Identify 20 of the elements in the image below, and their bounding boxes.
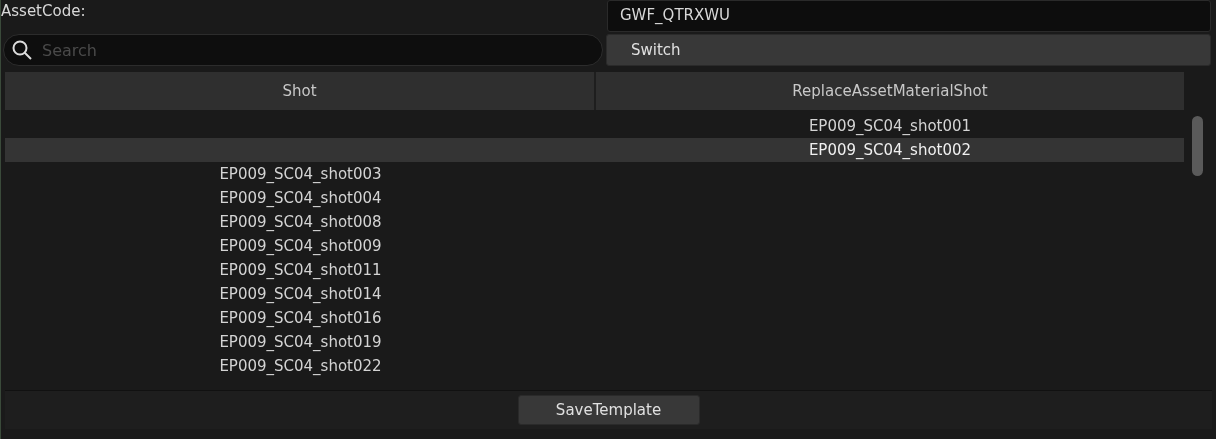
asset-code-label: AssetCode: [1,1,87,22]
scrollbar-thumb[interactable] [1192,116,1203,176]
column-header[interactable]: ReplaceAssetMaterialShot [596,72,1184,110]
save-template-button[interactable]: SaveTemplate [517,395,700,425]
table-cell: EP009_SC04_shot014 [219,285,382,303]
search-field[interactable]: Search [3,34,603,66]
asset-code-field[interactable]: GWF_QTRXWU [607,0,1211,32]
table-cell: EP009_SC04_shot008 [219,213,382,231]
table-cell: EP009_SC04_shot001 [808,117,972,135]
table-row[interactable]: EP009_SC04_shot002 [5,138,1184,162]
table-cell: EP009_SC04_shot019 [219,333,382,351]
table-cell: EP009_SC04_shot022 [219,357,382,375]
table-cell: EP009_SC04_shot002 [808,141,972,159]
column-header[interactable]: Shot [5,72,596,110]
table-cell: EP009_SC04_shot009 [219,237,382,255]
switch-button[interactable]: Switch [606,34,1211,66]
table-cell: EP009_SC04_shot016 [219,309,382,327]
table-cell: EP009_SC04_shot003 [219,165,382,183]
table-cell: EP009_SC04_shot011 [219,261,382,279]
table-cell: EP009_SC04_shot004 [219,189,382,207]
